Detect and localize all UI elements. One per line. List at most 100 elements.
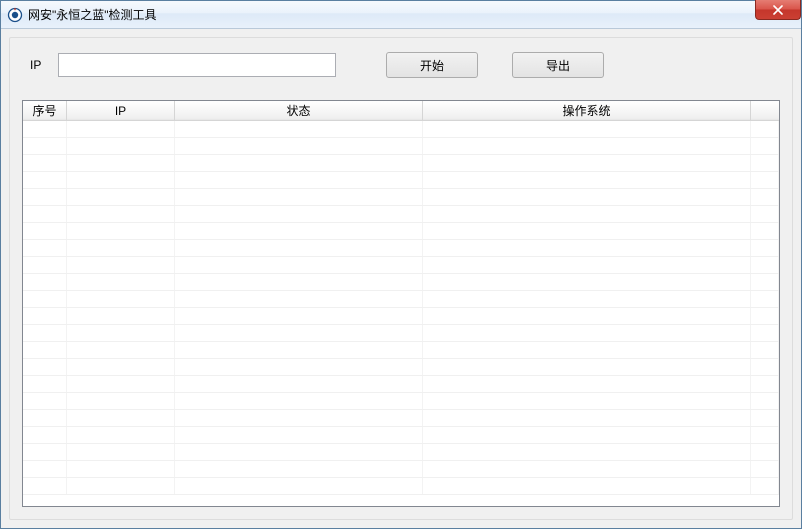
table-cell-empty (67, 223, 175, 239)
table-cell-empty (751, 155, 779, 171)
table-cell-empty (23, 461, 67, 477)
col-header-seq[interactable]: 序号 (23, 101, 67, 120)
results-table[interactable]: 序号 IP 状态 操作系统 (22, 100, 780, 507)
col-header-pad[interactable] (751, 101, 779, 120)
table-cell-empty (23, 172, 67, 188)
table-cell-empty (423, 291, 751, 307)
close-icon (772, 5, 784, 15)
table-row-empty (23, 206, 779, 223)
app-window: 网安"永恒之蓝"检测工具 IP 开始 导出 序号 IP 状态 操 (0, 0, 802, 529)
table-row-empty (23, 223, 779, 240)
table-cell-empty (175, 308, 423, 324)
table-cell-empty (751, 291, 779, 307)
table-cell-empty (751, 359, 779, 375)
start-button[interactable]: 开始 (386, 52, 478, 78)
table-cell-empty (175, 461, 423, 477)
app-icon (7, 7, 23, 23)
table-cell-empty (175, 376, 423, 392)
table-cell-empty (175, 121, 423, 137)
main-group: IP 开始 导出 序号 IP 状态 操作系统 (9, 37, 793, 520)
table-row-empty (23, 393, 779, 410)
table-cell-empty (751, 274, 779, 290)
table-cell-empty (423, 274, 751, 290)
table-cell-empty (23, 206, 67, 222)
table-cell-empty (423, 121, 751, 137)
table-cell-empty (423, 478, 751, 494)
table-row-empty (23, 444, 779, 461)
table-cell-empty (23, 444, 67, 460)
table-cell-empty (23, 121, 67, 137)
table-cell-empty (175, 444, 423, 460)
table-cell-empty (67, 325, 175, 341)
table-cell-empty (751, 138, 779, 154)
table-cell-empty (751, 308, 779, 324)
table-cell-empty (175, 410, 423, 426)
table-cell-empty (423, 393, 751, 409)
col-header-status[interactable]: 状态 (175, 101, 423, 120)
client-area: IP 开始 导出 序号 IP 状态 操作系统 (1, 29, 801, 528)
table-cell-empty (23, 410, 67, 426)
table-cell-empty (175, 291, 423, 307)
table-cell-empty (423, 461, 751, 477)
close-button[interactable] (755, 0, 801, 20)
col-header-os[interactable]: 操作系统 (423, 101, 751, 120)
table-row-empty (23, 359, 779, 376)
table-row-empty (23, 427, 779, 444)
table-cell-empty (23, 291, 67, 307)
table-row-empty (23, 257, 779, 274)
table-cell-empty (423, 240, 751, 256)
table-row-empty (23, 342, 779, 359)
table-row-empty (23, 410, 779, 427)
ip-input[interactable] (58, 53, 336, 77)
table-cell-empty (423, 376, 751, 392)
table-cell-empty (67, 478, 175, 494)
table-cell-empty (175, 393, 423, 409)
table-cell-empty (423, 172, 751, 188)
table-row-empty (23, 308, 779, 325)
table-cell-empty (751, 342, 779, 358)
table-cell-empty (67, 291, 175, 307)
table-cell-empty (175, 274, 423, 290)
table-cell-empty (23, 240, 67, 256)
table-cell-empty (23, 427, 67, 443)
table-cell-empty (23, 478, 67, 494)
table-cell-empty (67, 461, 175, 477)
table-cell-empty (423, 206, 751, 222)
table-cell-empty (423, 342, 751, 358)
table-cell-empty (751, 461, 779, 477)
table-cell-empty (423, 155, 751, 171)
table-cell-empty (67, 240, 175, 256)
table-cell-empty (423, 223, 751, 239)
table-cell-empty (423, 444, 751, 460)
table-cell-empty (23, 325, 67, 341)
table-cell-empty (175, 427, 423, 443)
table-cell-empty (67, 444, 175, 460)
table-cell-empty (67, 376, 175, 392)
table-cell-empty (67, 427, 175, 443)
col-header-ip[interactable]: IP (67, 101, 175, 120)
table-cell-empty (751, 325, 779, 341)
table-cell-empty (67, 410, 175, 426)
table-cell-empty (423, 325, 751, 341)
table-cell-empty (67, 257, 175, 273)
table-body[interactable] (23, 121, 779, 506)
table-cell-empty (67, 138, 175, 154)
table-cell-empty (23, 257, 67, 273)
table-cell-empty (751, 223, 779, 239)
table-row-empty (23, 189, 779, 206)
table-cell-empty (67, 393, 175, 409)
table-cell-empty (67, 121, 175, 137)
export-button[interactable]: 导出 (512, 52, 604, 78)
toolbar: IP 开始 导出 (22, 52, 780, 78)
table-cell-empty (175, 155, 423, 171)
titlebar[interactable]: 网安"永恒之蓝"检测工具 (1, 1, 801, 29)
table-cell-empty (175, 478, 423, 494)
table-row-empty (23, 461, 779, 478)
table-cell-empty (175, 257, 423, 273)
table-cell-empty (751, 410, 779, 426)
table-cell-empty (751, 376, 779, 392)
table-cell-empty (175, 342, 423, 358)
table-cell-empty (423, 308, 751, 324)
window-title: 网安"永恒之蓝"检测工具 (28, 6, 157, 23)
table-row-empty (23, 240, 779, 257)
